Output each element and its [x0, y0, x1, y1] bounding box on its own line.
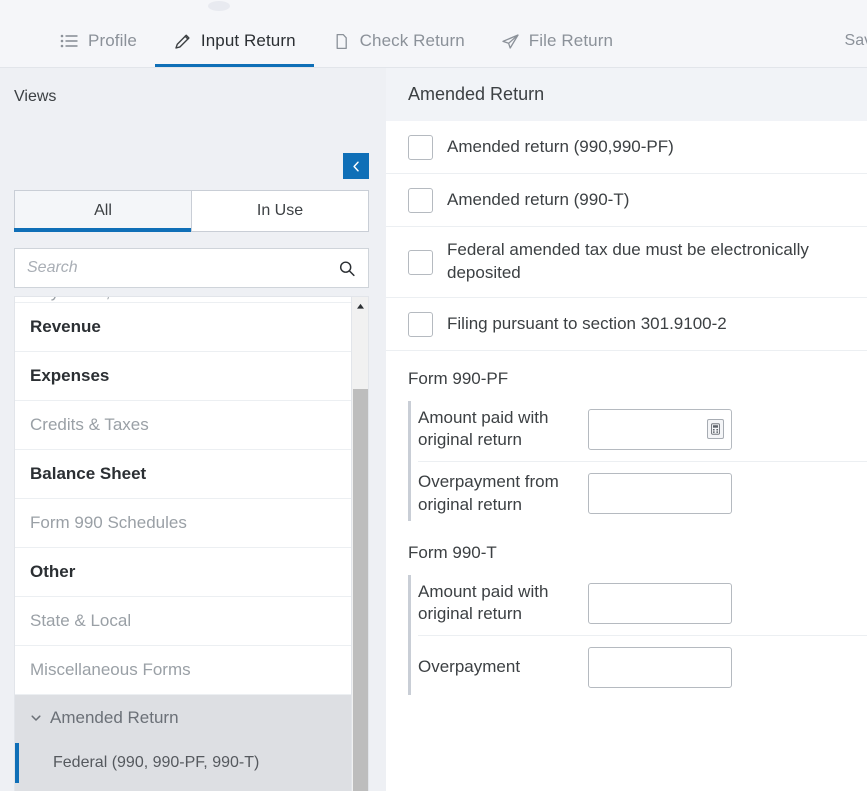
- tree-item-other[interactable]: Other: [15, 548, 355, 597]
- input-990t-amount-paid-with-original-return[interactable]: [588, 582, 732, 624]
- checkbox-row-federal-amended-tax-due[interactable]: Federal amended tax due must be electron…: [386, 227, 867, 298]
- views-filter-all[interactable]: All: [14, 190, 191, 232]
- search-input[interactable]: [15, 259, 338, 277]
- tab-input-return[interactable]: Input Return: [154, 14, 314, 68]
- save-button[interactable]: Save: [845, 32, 867, 50]
- form-heading-990-t: Form 990-T: [408, 543, 497, 562]
- checkbox-federal-amended-tax-due[interactable]: [408, 249, 433, 275]
- tree-item-expenses[interactable]: Expenses: [15, 352, 355, 401]
- views-filter-in-use[interactable]: In Use: [191, 190, 369, 232]
- checkbox-row-filing-pursuant-301-9100-2[interactable]: Filing pursuant to section 301.9100-2: [386, 298, 867, 351]
- tree-item-miscellaneous-forms[interactable]: Miscellaneous Forms: [15, 646, 355, 695]
- views-title: Views: [14, 88, 57, 105]
- tab-check-return-label: Check Return: [359, 31, 465, 50]
- document-icon: [332, 32, 351, 51]
- field-row-990pf-amount-paid: Amount paid with original return: [418, 397, 867, 461]
- checkbox-label: Amended return (990-T): [447, 189, 630, 209]
- collapse-sidebar-button[interactable]: [343, 153, 369, 179]
- field-label: Amount paid with original return: [418, 407, 549, 449]
- input-990t-overpayment-from-original-return[interactable]: [588, 647, 732, 688]
- field-group-990-pf: Amount paid with original return Overpay…: [408, 397, 867, 525]
- calculator-icon[interactable]: [707, 419, 724, 439]
- list-icon: [60, 32, 79, 51]
- top-strip: [0, 0, 867, 14]
- tree-item-label: Federal (990, 990-PF, 990-T): [53, 754, 260, 771]
- views-sidebar: Views All In Use Search Revenue Expenses…: [0, 68, 386, 791]
- top-navigation-bar: Profile Input Return Check Return File R…: [0, 14, 867, 68]
- tree-item-label: Form 990 Schedules: [30, 513, 187, 532]
- field-label: Amount paid with original return: [418, 581, 549, 623]
- tree-item-form-990-schedules[interactable]: Form 990 Schedules: [15, 499, 355, 548]
- tree-item-label: Balance Sheet: [30, 464, 147, 483]
- chevron-left-icon: [350, 160, 363, 173]
- form-heading-990-pf: Form 990-PF: [408, 369, 509, 388]
- search-icon[interactable]: [338, 258, 368, 279]
- tree-item-balance-sheet[interactable]: Balance Sheet: [15, 450, 355, 499]
- tree-group-label: Amended Return: [50, 708, 179, 727]
- views-tree-container: Payments, Penalties & Extensions Revenue…: [14, 296, 369, 791]
- field-group-990-t: Amount paid with original return Overpay…: [408, 571, 867, 699]
- input-990pf-amount-paid-with-original-return[interactable]: [588, 408, 732, 450]
- views-tree-list: Payments, Penalties & Extensions Revenue…: [15, 297, 355, 791]
- checkbox-label: Filing pursuant to section 301.9100-2: [447, 313, 727, 333]
- pencil-icon: [173, 32, 192, 51]
- paper-plane-icon: [501, 32, 520, 51]
- caret-up-icon: [356, 297, 365, 315]
- tree-item-illinois-il-990-t-x[interactable]: Illinois (IL-990-T-X): [15, 785, 355, 791]
- checkbox-label: Federal amended tax due must be electron…: [447, 240, 809, 282]
- views-tree-scrollbar[interactable]: [351, 297, 368, 791]
- tree-item-label: Miscellaneous Forms: [30, 660, 191, 679]
- checkbox-amended-return-990t[interactable]: [408, 187, 433, 213]
- field-row-990t-overpayment: Overpayment: [418, 635, 867, 699]
- tree-item-revenue[interactable]: Revenue: [15, 303, 355, 352]
- form-content-panel: Amended Return Amended return (990,990-P…: [386, 68, 867, 791]
- partial-element-above: [208, 1, 230, 11]
- views-filter-segmented-control: All In Use: [14, 190, 369, 232]
- tree-item-label: Credits & Taxes: [30, 415, 149, 434]
- tree-item-label: Other: [30, 562, 76, 581]
- chevron-down-icon: [30, 712, 42, 724]
- input-990pf-overpayment-from-original-return[interactable]: [588, 473, 732, 514]
- field-row-990pf-overpayment: Overpayment from original return: [418, 461, 867, 525]
- tab-file-return-label: File Return: [528, 31, 614, 50]
- tree-item-state-local[interactable]: State & Local: [15, 597, 355, 646]
- tab-profile[interactable]: Profile: [42, 14, 155, 68]
- tree-item-federal-990-990pf-990t[interactable]: Federal (990, 990-PF, 990-T): [15, 741, 355, 785]
- tree-item-label: Expenses: [30, 366, 110, 385]
- app-root: Profile Input Return Check Return File R…: [0, 0, 867, 791]
- field-row-990t-amount-paid: Amount paid with original return: [418, 571, 867, 635]
- section-header-amended-return: Amended Return: [386, 68, 867, 121]
- tab-check-return[interactable]: Check Return: [314, 14, 483, 68]
- tab-input-return-label: Input Return: [200, 31, 296, 50]
- checkbox-row-amended-return-990-990pf[interactable]: Amended return (990,990-PF): [386, 121, 867, 174]
- tree-item-label: State & Local: [30, 611, 132, 630]
- checkbox-row-amended-return-990t[interactable]: Amended return (990-T): [386, 174, 867, 227]
- scrollbar-up-button[interactable]: [352, 297, 368, 315]
- tree-group-amended-return[interactable]: Amended Return: [15, 695, 355, 741]
- checkbox-amended-return-990-990pf[interactable]: [408, 134, 433, 160]
- tree-item-payments-penalties-extensions[interactable]: Payments, Penalties & Extensions: [15, 297, 355, 303]
- scrollbar-thumb[interactable]: [353, 389, 368, 791]
- tab-file-return[interactable]: File Return: [483, 14, 631, 68]
- field-label: Overpayment: [418, 657, 521, 677]
- search-box: [14, 248, 369, 288]
- tab-profile-label: Profile: [88, 31, 137, 50]
- tree-item-credits-taxes[interactable]: Credits & Taxes: [15, 401, 355, 450]
- checkbox-label: Amended return (990,990-PF): [447, 136, 674, 156]
- tree-item-label: Revenue: [30, 317, 101, 336]
- field-label: Overpayment from original return: [418, 472, 559, 514]
- checkbox-filing-pursuant-301-9100-2[interactable]: [408, 311, 433, 337]
- tree-item-label: Payments, Penalties & Extensions: [30, 297, 289, 302]
